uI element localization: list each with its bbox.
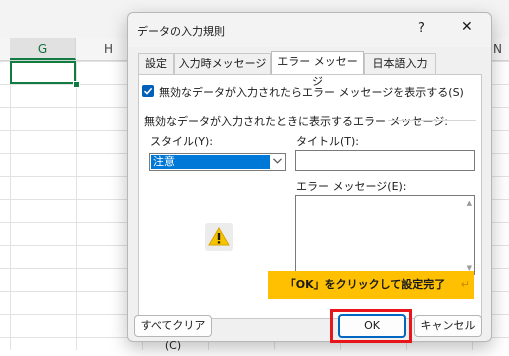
checkmark-icon xyxy=(143,87,153,95)
dialog-titlebar[interactable]: データの入力規則 ? ✕ xyxy=(128,13,491,47)
close-icon[interactable]: ✕ xyxy=(461,19,473,35)
style-label: スタイル(Y): xyxy=(150,135,214,148)
warning-icon xyxy=(205,223,233,251)
selected-cell[interactable] xyxy=(10,61,76,84)
error-group-label: 無効なデータが入力されたときに表示するエラー メッセージ: xyxy=(144,115,448,128)
callout-text: 「OK」をクリックして設定完了 xyxy=(284,278,446,291)
cancel-button[interactable]: キャンセル xyxy=(414,315,482,337)
instruction-callout: 「OK」をクリックして設定完了 ↵ xyxy=(268,271,474,299)
error-message-label: エラー メッセージ(E): xyxy=(296,180,407,193)
tab-japanese-input[interactable]: 日本語入力 xyxy=(364,53,436,74)
tab-error-message[interactable]: エラー メッセージ xyxy=(271,51,364,88)
error-message-textarea[interactable] xyxy=(295,195,475,275)
style-selected-value: 注意 xyxy=(151,155,270,169)
title-label: タイトル(T): xyxy=(296,135,360,148)
chevron-down-icon[interactable] xyxy=(270,154,284,170)
clear-all-button[interactable]: すべてクリア(C) xyxy=(134,315,212,352)
show-error-checkbox[interactable] xyxy=(142,85,154,97)
group-divider xyxy=(388,120,476,121)
return-mark-icon: ↵ xyxy=(460,278,470,291)
style-dropdown[interactable]: 注意 xyxy=(149,153,286,171)
ok-highlight-box xyxy=(330,309,412,343)
fill-handle[interactable] xyxy=(73,81,80,88)
tab-input-message[interactable]: 入力時メッセージ xyxy=(174,53,271,74)
help-icon[interactable]: ? xyxy=(418,21,425,36)
column-header-g[interactable]: G xyxy=(10,38,76,60)
tab-settings[interactable]: 設定 xyxy=(138,53,174,74)
title-input[interactable] xyxy=(295,150,475,171)
dialog-title: データの入力規則 xyxy=(137,25,225,38)
